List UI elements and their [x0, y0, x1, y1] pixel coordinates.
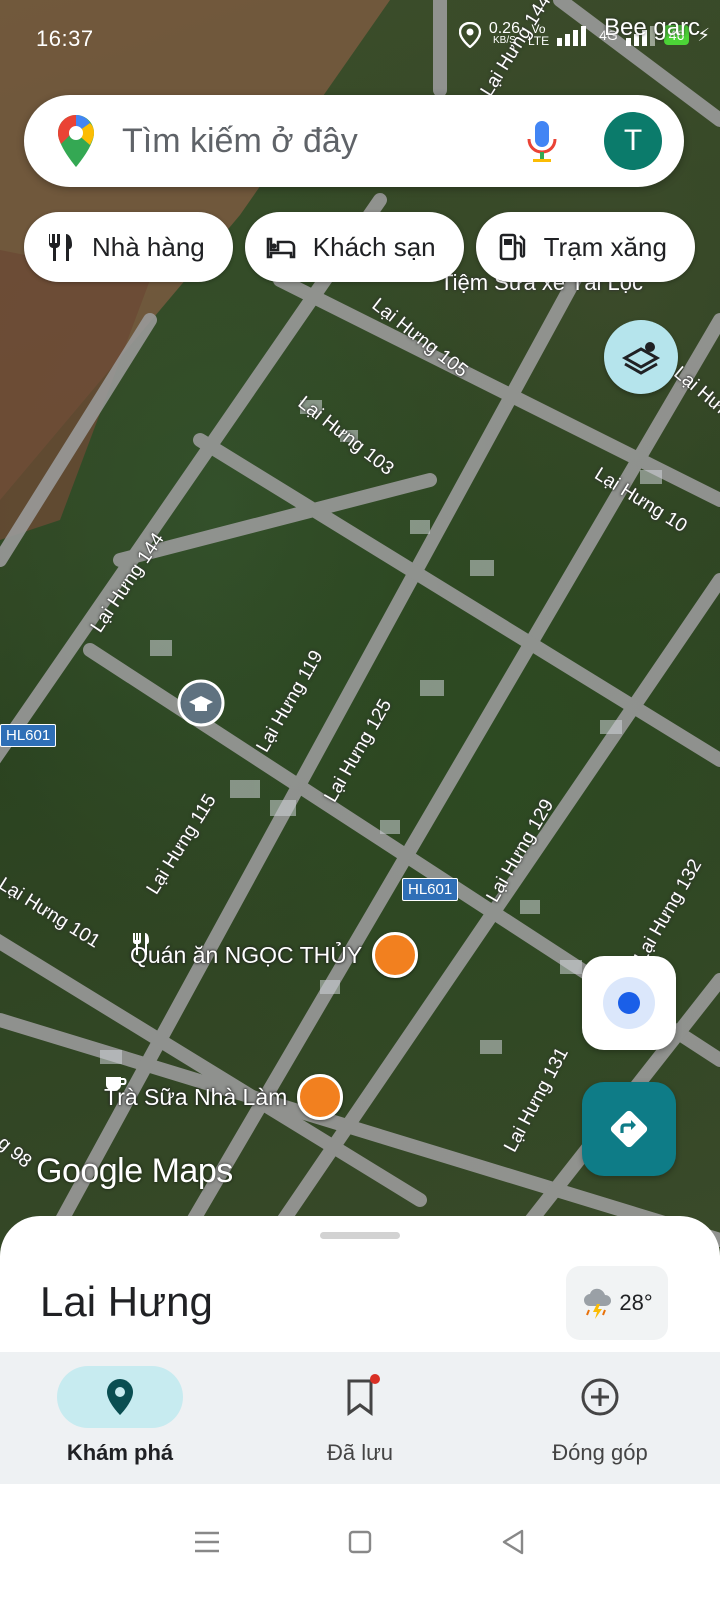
- chip-label: Trạm xăng: [543, 231, 667, 262]
- category-chips: Nhà hàng Khách sạn Trạm xăng: [24, 212, 695, 282]
- layers-button[interactable]: [604, 320, 678, 394]
- location-icon: [458, 22, 481, 48]
- chip-restaurants[interactable]: Nhà hàng: [24, 212, 233, 282]
- google-maps-logo: Google Maps: [36, 1152, 233, 1190]
- bookmark-icon: [347, 1379, 373, 1416]
- poi-label: Trà Sữa Nhà Làm: [104, 1083, 288, 1110]
- nav-label: Đã lưu: [326, 1440, 394, 1465]
- search-input[interactable]: [122, 121, 502, 161]
- nav-pill: [297, 1366, 423, 1428]
- directions-icon: [610, 1110, 648, 1148]
- poi-tra-sua[interactable]: Trà Sữa Nhà Làm: [104, 1074, 344, 1120]
- layers-icon: [621, 342, 661, 375]
- weather-chip[interactable]: 28°: [566, 1266, 668, 1340]
- highway-shield: HL601: [402, 878, 459, 901]
- chip-label: Khách sạn: [312, 231, 436, 262]
- my-location-icon: [603, 977, 655, 1029]
- avatar[interactable]: T: [604, 112, 662, 170]
- speed-unit: KB/S: [493, 35, 516, 46]
- restaurant-icon: [133, 932, 419, 978]
- poi-quan-an[interactable]: Quán ăn NGỌC THỦY: [130, 932, 419, 978]
- thunderstorm-icon: [584, 1288, 612, 1319]
- poi-label: Quán ăn NGỌC THỦY: [130, 941, 363, 968]
- mic-icon[interactable]: [522, 119, 562, 163]
- nav-saved[interactable]: Đã lưu: [240, 1352, 480, 1484]
- bed-icon: [266, 237, 296, 259]
- nav-explore[interactable]: Khám phá: [0, 1352, 240, 1484]
- status-time: 16:37: [36, 26, 94, 51]
- back-triangle-icon[interactable]: [498, 1527, 528, 1557]
- nav-label: Khám phá: [66, 1440, 174, 1465]
- chip-hotels[interactable]: Khách sạn: [244, 212, 464, 282]
- gas-station-icon: [499, 233, 525, 261]
- volte-indicator: Vo LTE: [528, 23, 549, 47]
- volte-bottom: LTE: [527, 34, 550, 48]
- map-canvas[interactable]: Lại Hưng 144 Lại Hưng 105 Lại Hưng 103 L…: [0, 0, 720, 1260]
- nav-pill: [57, 1366, 183, 1428]
- search-bar[interactable]: T: [24, 95, 684, 187]
- cafe-icon: [106, 1074, 344, 1120]
- sheet-drag-handle[interactable]: [320, 1232, 400, 1239]
- highway-shield: HL601: [0, 724, 57, 747]
- explore-pin-icon: [107, 1379, 133, 1415]
- system-nav-bar: [0, 1484, 720, 1600]
- directions-button[interactable]: [582, 1082, 676, 1176]
- overlay-text: Bee garc: [604, 14, 701, 41]
- school-pin: [177, 679, 225, 727]
- status-bar: 16:37 0.26 KB/S Vo LTE 4G 46 ⚡ Bee garc: [0, 0, 720, 80]
- my-location-button[interactable]: [582, 956, 676, 1050]
- chip-label: Nhà hàng: [92, 231, 205, 262]
- fork-knife-icon: [49, 234, 72, 261]
- home-square-icon[interactable]: [345, 1527, 375, 1557]
- temperature: 28°: [619, 1290, 653, 1315]
- google-maps-pin-icon: [58, 115, 94, 167]
- chip-gas[interactable]: Trạm xăng: [475, 212, 695, 282]
- net-speed: 0.26 KB/S: [488, 20, 520, 47]
- notification-dot: [370, 1374, 380, 1384]
- nav-label: Đóng góp: [552, 1440, 648, 1465]
- nav-pill: [537, 1366, 663, 1428]
- bottom-sheet[interactable]: Lai Hưng 28°: [0, 1216, 720, 1356]
- menu-icon[interactable]: [192, 1528, 222, 1556]
- place-title: Lai Hưng: [40, 1278, 213, 1325]
- signal-icon: [557, 26, 587, 46]
- add-circle-icon: [581, 1378, 619, 1416]
- bottom-nav: Khám phá Đã lưu Đóng góp: [0, 1352, 720, 1484]
- nav-contribute[interactable]: Đóng góp: [480, 1352, 720, 1484]
- speed-value: 0.26: [488, 20, 520, 37]
